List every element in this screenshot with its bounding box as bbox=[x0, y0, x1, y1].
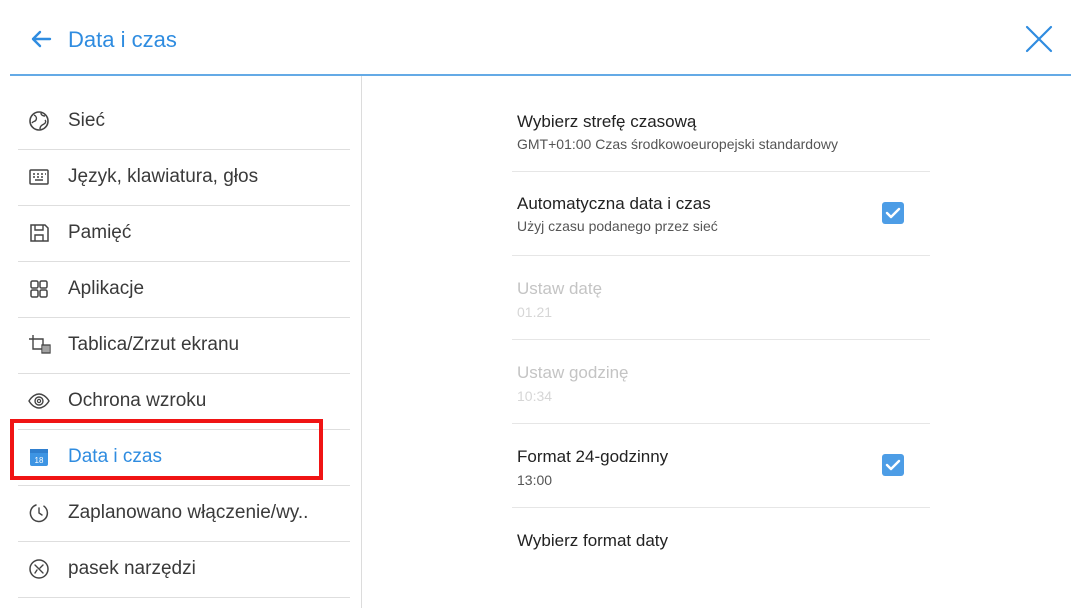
checkmark-icon bbox=[885, 459, 901, 471]
auto-datetime-checkbox[interactable] bbox=[882, 202, 904, 224]
sidebar-item-siec[interactable]: Sieć bbox=[10, 94, 350, 150]
timezone-title: Wybierz strefę czasową bbox=[517, 112, 697, 131]
date-format-row[interactable]: Wybierz format daty bbox=[512, 508, 930, 578]
timezone-summary: GMT+01:00 Czas środkowoeuropejski standa… bbox=[517, 136, 838, 152]
sidebar-item-label: Sieć bbox=[68, 110, 105, 131]
auto-datetime-title: Automatyczna data i czas bbox=[517, 194, 711, 213]
sidebar-item-label: Ochrona wzroku bbox=[68, 390, 207, 411]
app-bar: Data i czas bbox=[0, 0, 1071, 76]
tools-icon bbox=[28, 558, 50, 580]
timezone-row[interactable]: Wybierz strefę czasową GMT+01:00 Czas śr… bbox=[512, 86, 930, 172]
sidebar-item-label: Zaplanowano włączenie/wy.. bbox=[68, 502, 309, 523]
close-icon[interactable] bbox=[1024, 24, 1054, 54]
sidebar-item-label: Język, klawiatura, głos bbox=[68, 166, 259, 187]
sidebar-item-jezyk[interactable]: Język, klawiatura, głos bbox=[10, 150, 350, 206]
selection-highlight bbox=[10, 419, 323, 480]
set-date-title: Ustaw datę bbox=[517, 279, 603, 298]
set-date-row[interactable]: Ustaw datę 01.21 bbox=[512, 256, 930, 340]
auto-datetime-row[interactable]: Automatyczna data i czas Użyj czasu poda… bbox=[512, 172, 930, 256]
timer-icon bbox=[28, 502, 50, 524]
page-title: Data i czas bbox=[68, 27, 177, 52]
sidebar-item-zaplanowano[interactable]: Zaplanowano włączenie/wy.. bbox=[10, 486, 350, 542]
set-date-value: 01.21 bbox=[517, 304, 553, 320]
format24-row[interactable]: Format 24-godzinny 13:00 bbox=[512, 424, 930, 508]
sidebar-item-label: Aplikacje bbox=[68, 278, 145, 299]
apps-grid-icon bbox=[28, 278, 50, 300]
divider bbox=[18, 597, 350, 598]
storage-icon bbox=[28, 222, 50, 244]
checkmark-icon bbox=[885, 207, 901, 219]
sidebar-item-tablica[interactable]: Tablica/Zrzut ekranu bbox=[10, 318, 350, 374]
set-time-value: 10:34 bbox=[517, 388, 553, 404]
sidebar-item-pasek-narzedzi[interactable]: pasek narzędzi bbox=[10, 542, 350, 598]
back-arrow-icon[interactable] bbox=[28, 26, 54, 52]
auto-datetime-summary: Użyj czasu podanego przez sieć bbox=[517, 218, 718, 234]
keyboard-icon bbox=[28, 166, 50, 188]
datetime-settings-panel: Wybierz strefę czasową GMT+01:00 Czas śr… bbox=[362, 76, 1071, 608]
date-format-title: Wybierz format daty bbox=[517, 531, 668, 550]
crop-screenshot-icon bbox=[28, 334, 51, 356]
sidebar-item-aplikacje[interactable]: Aplikacje bbox=[10, 262, 350, 318]
set-time-row[interactable]: Ustaw godzinę 10:34 bbox=[512, 340, 930, 424]
settings-sidebar: Sieć Język, klawiatura, głos Pamięć Apli… bbox=[10, 76, 362, 608]
sidebar-item-pamiec[interactable]: Pamięć bbox=[10, 206, 350, 262]
set-time-title: Ustaw godzinę bbox=[517, 363, 629, 382]
sidebar-item-label: Pamięć bbox=[68, 222, 132, 243]
globe-icon bbox=[28, 110, 50, 132]
format24-checkbox[interactable] bbox=[882, 454, 904, 476]
format24-title: Format 24-godzinny bbox=[517, 447, 669, 466]
format24-summary: 13:00 bbox=[517, 472, 553, 488]
sidebar-item-label: pasek narzędzi bbox=[68, 558, 196, 579]
eye-icon bbox=[28, 390, 50, 412]
sidebar-item-label: Tablica/Zrzut ekranu bbox=[68, 334, 240, 355]
